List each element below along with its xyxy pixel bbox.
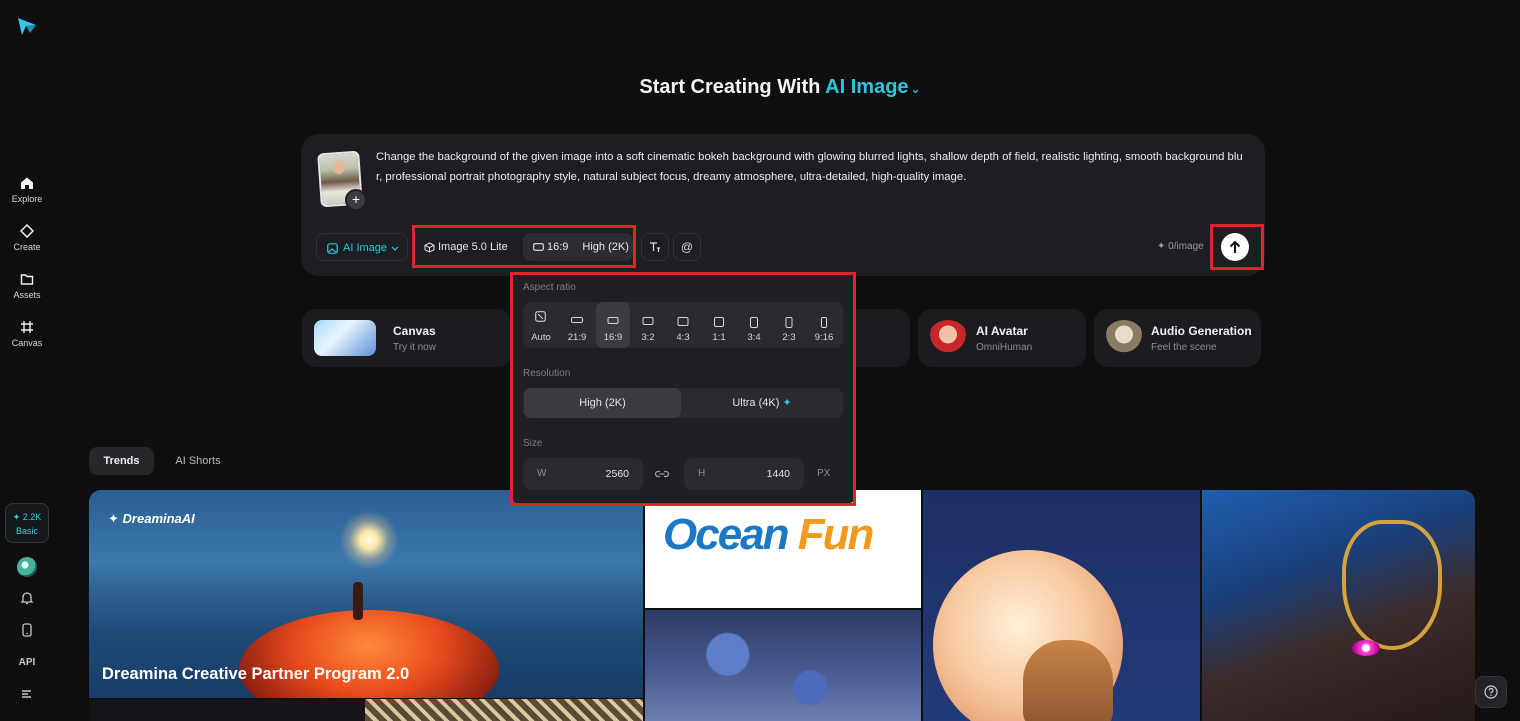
sidebar-item-assets[interactable]: Assets [0,272,54,300]
prompt-input[interactable]: Change the background of the given image… [376,148,1246,187]
thumbnail-portrait-face [333,160,345,174]
diamond-icon [20,224,34,238]
folder-icon [20,274,34,285]
question-icon [1484,685,1498,699]
sidebar-item-label: Canvas [11,338,43,348]
feature-card-canvas[interactable]: Canvas Try it now [302,309,512,367]
title-prefix: Start Creating With [639,76,821,98]
feature-subtitle: OmniHuman [976,342,1033,353]
chevron-down-icon[interactable]: ⌄ [911,82,921,96]
glowing-star [339,510,399,570]
user-avatar[interactable] [17,557,37,577]
credit-cost-counter: ✦ 0/image [1157,241,1204,252]
microphone-thumbnail [1104,320,1144,356]
fun-word: Fun [787,510,875,559]
cat-shape [1023,640,1113,721]
feature-card-ai-avatar[interactable]: AI Avatar OmniHuman [918,309,1086,367]
sidebar-item-label: Explore [11,194,43,204]
mention-button[interactable]: @ [673,233,701,261]
featured-title: Dreamina Creative Partner Program 2.0 [102,665,410,683]
text-style-button[interactable] [641,233,669,261]
standing-figure [353,582,363,620]
sidebar-item-label: Assets [13,290,41,300]
bell-icon[interactable] [19,590,35,606]
credits-amount: ✦ 2.2K [12,512,42,522]
mobile-icon[interactable] [19,622,35,638]
text-icon [650,242,660,252]
highlight-model-ratio [412,225,636,268]
tab-ai-shorts[interactable]: AI Shorts [166,447,230,475]
gallery-image-bluebells[interactable] [645,610,921,721]
image-icon [327,243,338,254]
feature-title: Audio Generation [1151,324,1252,338]
brand-star-icon: ✦ [108,511,119,526]
gallery-image-cat-moon[interactable] [923,490,1200,721]
feature-title: AI Avatar [976,324,1028,338]
feature-subtitle: Feel the scene [1151,342,1217,353]
highlight-generate [1210,224,1264,270]
tab-trends[interactable]: Trends [89,447,154,475]
menu-icon[interactable] [19,686,35,702]
left-sidebar: Explore Create Assets Canvas ✦ 2.2K Basi… [0,0,54,721]
avatar-thumbnail [928,320,968,356]
help-button[interactable] [1475,676,1507,708]
sidebar-item-canvas[interactable]: Canvas [0,320,54,348]
sidebar-item-label: Create [13,242,41,252]
mode-dropdown-label: AI Image [343,242,388,254]
gold-tattoo [1342,520,1442,650]
api-link[interactable]: API [0,657,54,668]
ocean-fun-lettering: Ocean Fun [663,510,875,560]
plan-label: Basic [15,526,38,536]
mode-dropdown[interactable]: AI Image [316,233,408,261]
ocean-word: Ocean [663,510,790,559]
home-icon [21,177,33,189]
feature-subtitle: Try it now [393,342,436,353]
brand-watermark: ✦ DreaminaAI [108,511,195,527]
gallery-image-partial[interactable] [365,699,643,721]
highlight-dropdown [510,272,856,506]
feature-card-audio-generation[interactable]: Audio Generation Feel the scene [1094,309,1261,367]
gallery-image-ocean-fun[interactable]: Ocean Fun [645,490,921,608]
canvas-thumbnail [314,320,376,356]
glowing-eye [1352,640,1380,656]
dreamina-logo-icon[interactable] [16,16,38,36]
frame-icon [21,321,33,333]
red-pier [239,610,499,698]
credits-badge[interactable]: ✦ 2.2K Basic [5,503,49,543]
sidebar-item-create[interactable]: Create [0,224,54,252]
chevron-down-icon [391,246,399,251]
gallery-image-tattoo-face[interactable] [1202,490,1475,721]
sidebar-item-explore[interactable]: Explore [0,176,54,204]
brand-name: DreaminaAI [122,511,195,526]
feature-title: Canvas [393,324,436,338]
page-title: Start Creating With AI Image ⌄ [0,76,1520,99]
add-image-button[interactable]: + [345,189,367,211]
mode-selector[interactable]: AI Image [825,76,908,98]
